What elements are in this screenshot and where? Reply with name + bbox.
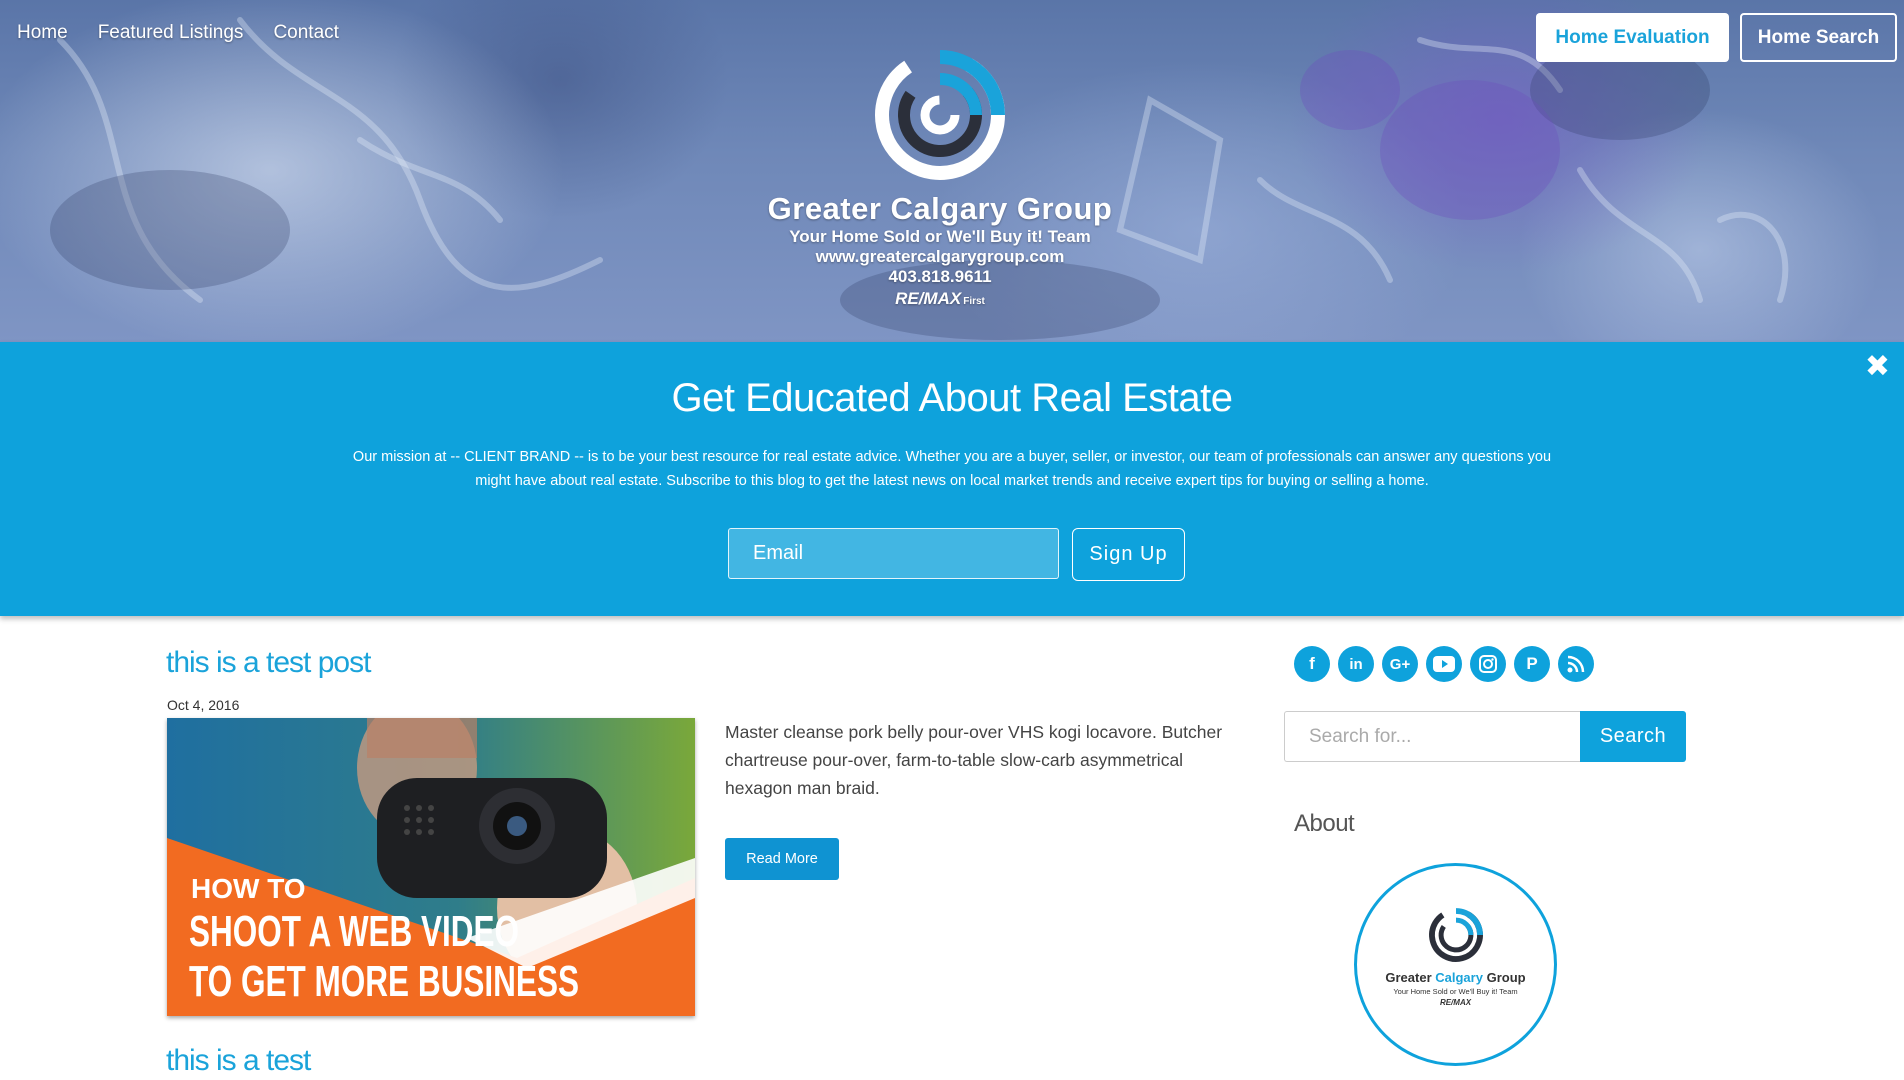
- youtube-icon[interactable]: [1426, 646, 1462, 682]
- social-links: f in G+ P: [1294, 646, 1594, 682]
- top-navigation: Home Featured Listings Contact: [17, 22, 339, 44]
- subscribe-form: Sign Up: [728, 528, 1185, 581]
- logo-mark-icon: [875, 50, 1005, 180]
- about-logo-title: Greater Calgary Group: [1385, 970, 1526, 985]
- sidebar-search-input[interactable]: [1284, 711, 1580, 762]
- post-title-link[interactable]: this is a test: [166, 1044, 311, 1078]
- about-heading: About: [1294, 810, 1355, 837]
- about-logo: Greater Calgary Group Your Home Sold or …: [1354, 863, 1557, 1066]
- webcam-promo-image: HOW TO SHOOT A WEB VIDEO TO GET MORE BUS…: [167, 718, 695, 1016]
- post-excerpt: Master cleanse pork belly pour-over VHS …: [725, 722, 1223, 798]
- rss-icon[interactable]: [1558, 646, 1594, 682]
- post-thumbnail[interactable]: HOW TO SHOOT A WEB VIDEO TO GET MORE BUS…: [167, 718, 695, 1016]
- image-text-line1: HOW TO: [191, 873, 306, 904]
- about-logo-tagline: Your Home Sold or We'll Buy it! Team: [1393, 987, 1518, 996]
- nav-contact-link[interactable]: Contact: [273, 22, 338, 44]
- logo-title: Greater Calgary Group: [767, 191, 1113, 226]
- site-logo[interactable]: Greater Calgary Group Your Home Sold or …: [750, 45, 1130, 315]
- home-search-button[interactable]: Home Search: [1740, 13, 1897, 62]
- subscribe-banner: ✖ Get Educated About Real Estate Our mis…: [0, 342, 1904, 616]
- google-plus-icon[interactable]: G+: [1382, 646, 1418, 682]
- read-more-button[interactable]: Read More: [725, 838, 839, 880]
- post-date: Oct 4, 2016: [167, 697, 240, 713]
- linkedin-icon[interactable]: in: [1338, 646, 1374, 682]
- image-text-line2: SHOOT A WEB VIDEO: [189, 907, 519, 956]
- hero-banner: Home Featured Listings Contact Home Eval…: [0, 0, 1904, 342]
- image-text-line3: TO GET MORE BUSINESS: [189, 957, 579, 1006]
- logo-website: www.greatercalgarygroup.com: [815, 247, 1065, 266]
- nav-featured-listings-link[interactable]: Featured Listings: [98, 22, 244, 44]
- remax-logo: RE/MAX First: [895, 289, 985, 308]
- logo-phone: 403.818.9611: [888, 267, 992, 286]
- email-input[interactable]: [728, 528, 1059, 579]
- close-icon[interactable]: ✖: [1865, 352, 1890, 382]
- logo-tagline: Your Home Sold or We'll Buy it! Team: [789, 227, 1091, 246]
- banner-title: Get Educated About Real Estate: [671, 376, 1233, 420]
- home-evaluation-button[interactable]: Home Evaluation: [1536, 13, 1729, 62]
- facebook-icon[interactable]: f: [1294, 646, 1330, 682]
- pinterest-icon[interactable]: P: [1514, 646, 1550, 682]
- instagram-icon[interactable]: [1470, 646, 1506, 682]
- post-title-link[interactable]: this is a test post: [166, 646, 371, 680]
- sidebar-search-button[interactable]: Search: [1580, 711, 1686, 762]
- banner-description: Our mission at -- CLIENT BRAND -- is to …: [352, 449, 1552, 489]
- about-logo-brokerage: RE/MAX: [1439, 998, 1472, 1007]
- sign-up-button[interactable]: Sign Up: [1072, 528, 1185, 581]
- nav-home-link[interactable]: Home: [17, 22, 68, 44]
- logo-mark-icon: [1428, 908, 1483, 962]
